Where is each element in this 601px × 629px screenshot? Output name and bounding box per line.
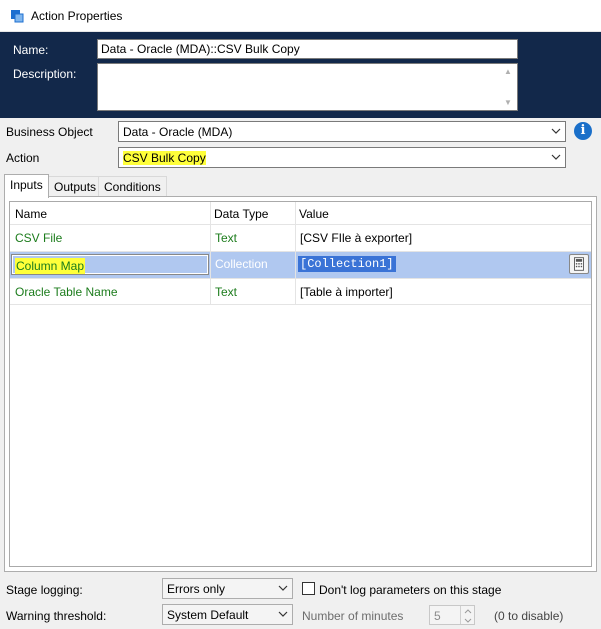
minutes-stepper[interactable]: 5	[429, 605, 475, 625]
column-header-value[interactable]: Value	[299, 207, 329, 221]
tab-outputs[interactable]: Outputs	[48, 176, 103, 197]
row-type: Text	[215, 231, 238, 245]
warning-threshold-select[interactable]: System Default	[162, 604, 293, 625]
row-value[interactable]: [CSV FIle à exporter]	[300, 231, 412, 245]
business-object-select[interactable]: Data - Oracle (MDA)	[118, 121, 566, 142]
name-field[interactable]: Data - Oracle (MDA)::CSV Bulk Copy	[97, 39, 518, 59]
title-bar: Action Properties	[0, 0, 601, 32]
row-value[interactable]: [Table à importer]	[300, 285, 393, 299]
action-select[interactable]: CSV Bulk Copy	[118, 147, 566, 168]
disable-hint: (0 to disable)	[494, 609, 564, 623]
row-value[interactable]: [Collection1]	[298, 256, 396, 272]
header-panel: Name: Data - Oracle (MDA)::CSV Bulk Copy…	[0, 32, 601, 118]
table-row[interactable]: Column Map Collection [Collection1]	[10, 252, 591, 278]
column-header-data-type[interactable]: Data Type	[214, 207, 268, 221]
scroll-down-icon[interactable]: ▼	[504, 98, 512, 107]
row-name: Column Map	[15, 258, 86, 274]
name-label: Name:	[13, 43, 49, 57]
chevron-down-icon	[551, 154, 561, 160]
warning-threshold-value: System Default	[167, 608, 249, 622]
inputs-panel: Name Data Type Value CSV File Text [CSV …	[4, 196, 597, 572]
warning-threshold-label: Warning threshold:	[6, 609, 107, 623]
action-label: Action	[6, 151, 40, 165]
stage-logging-select[interactable]: Errors only	[162, 578, 293, 599]
table-row[interactable]: CSV File Text [CSV FIle à exporter]	[10, 225, 591, 251]
row-name: CSV File	[15, 231, 63, 245]
table-row[interactable]: Oracle Table Name Text [Table à importer…	[10, 279, 591, 305]
chevron-down-icon	[278, 585, 288, 591]
calculator-icon	[574, 257, 584, 271]
row-name-editor[interactable]: Column Map	[11, 254, 209, 275]
info-icon[interactable]: i	[574, 122, 592, 140]
tab-inputs[interactable]: Inputs	[4, 174, 49, 198]
description-field[interactable]: ▲ ▼	[97, 63, 518, 111]
column-header-name[interactable]: Name	[15, 207, 47, 221]
stepper-buttons[interactable]	[460, 606, 474, 624]
chevron-down-icon	[551, 128, 561, 134]
description-label: Description:	[13, 67, 77, 81]
dont-log-parameters-label[interactable]: Don't log parameters on this stage	[319, 583, 501, 597]
number-of-minutes-label: Number of minutes	[302, 609, 404, 623]
window-title: Action Properties	[31, 9, 123, 23]
expression-editor-button[interactable]	[569, 254, 589, 274]
stepper-arrows-icon	[464, 609, 472, 623]
stage-logging-value: Errors only	[167, 582, 226, 596]
row-name: Oracle Table Name	[15, 285, 118, 299]
scroll-up-icon[interactable]: ▲	[504, 67, 512, 76]
row-type: Text	[215, 285, 238, 299]
row-type: Collection	[215, 257, 268, 271]
tab-conditions[interactable]: Conditions	[98, 176, 167, 197]
inputs-grid: Name Data Type Value CSV File Text [CSV …	[9, 201, 592, 567]
action-value: CSV Bulk Copy	[123, 151, 206, 165]
action-properties-icon	[11, 10, 24, 23]
chevron-down-icon	[278, 611, 288, 617]
dont-log-parameters-checkbox[interactable]	[302, 582, 315, 595]
business-object-label: Business Object	[6, 125, 93, 139]
business-object-value: Data - Oracle (MDA)	[123, 125, 233, 139]
description-scrollbar[interactable]: ▲ ▼	[500, 64, 517, 110]
stage-logging-label: Stage logging:	[6, 583, 83, 597]
minutes-value: 5	[434, 609, 441, 623]
